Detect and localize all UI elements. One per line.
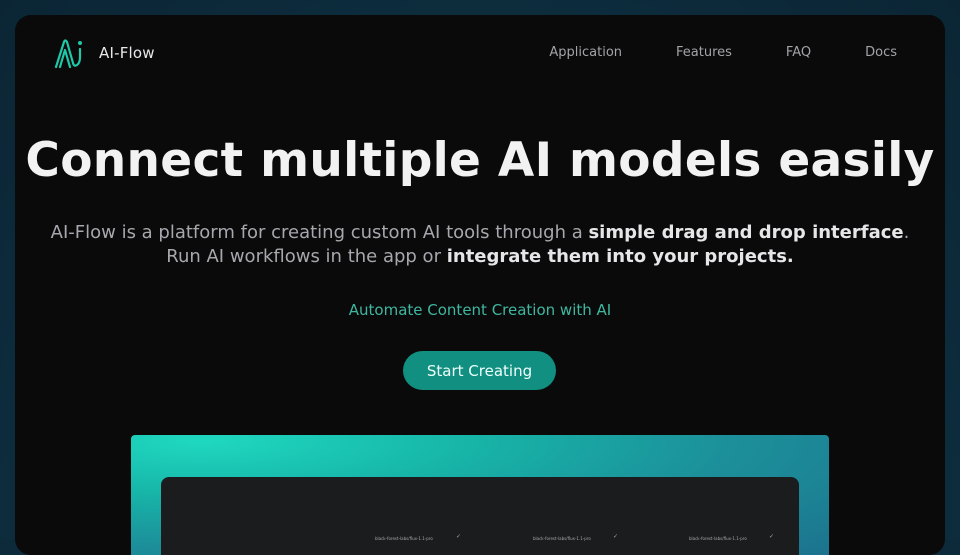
main-card: AI-Flow Application Features FAQ Docs Co… [15,15,945,555]
app-preview-canvas: black-forest-labs/flux-1.1-pro ✓ black-f… [161,477,799,555]
hero-description-bold2: integrate them into your projects. [446,246,794,267]
hero-description-bold1: simple drag and drop interface [588,222,904,243]
start-creating-button[interactable]: Start Creating [403,351,556,390]
check-icon: ✓ [769,533,775,540]
check-icon: ✓ [613,533,619,540]
nav-link-docs[interactable]: Docs [865,45,897,60]
nav-link-application[interactable]: Application [549,45,622,60]
hero-description-part3: Run AI workflows in the app or [166,246,447,267]
app-preview-image: black-forest-labs/flux-1.1-pro ✓ black-f… [131,435,829,555]
preview-node-label: black-forest-labs/flux-1.1-pro [533,536,591,541]
nav-link-faq[interactable]: FAQ [786,45,811,60]
hero-tagline: Automate Content Creation with AI [348,301,612,319]
hero-title: Connect multiple AI models easily [25,133,935,188]
nav-link-features[interactable]: Features [676,45,732,60]
nav-links: Application Features FAQ Docs [495,45,897,60]
top-navigation: AI-Flow Application Features FAQ Docs [15,15,945,93]
brand-name[interactable]: AI-Flow [99,44,155,62]
hero-description-part2: . [903,222,910,243]
preview-node-label: black-forest-labs/flux-1.1-pro [375,536,433,541]
hero-description-part1: AI-Flow is a platform for creating custo… [50,222,589,243]
preview-node-label: black-forest-labs/flux-1.1-pro [689,536,747,541]
hero-description: AI-Flow is a platform for creating custo… [15,221,945,269]
ai-flow-logo-icon[interactable] [53,37,87,71]
check-icon: ✓ [456,533,462,540]
